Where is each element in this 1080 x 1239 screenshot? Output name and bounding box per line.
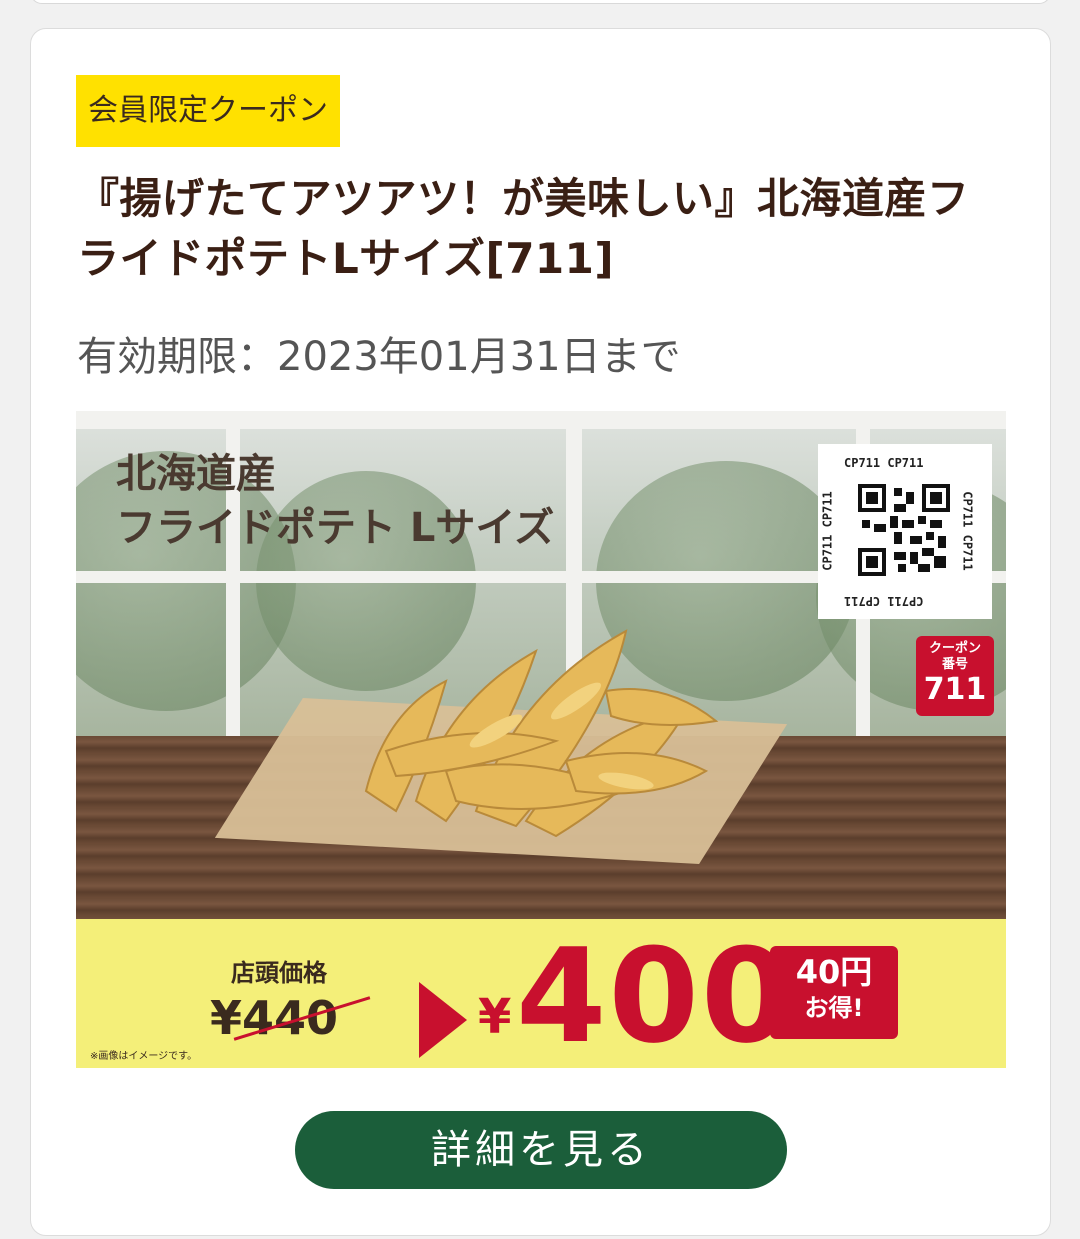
- store-price-label: 店頭価格: [231, 959, 327, 987]
- new-price: 400: [516, 920, 794, 1068]
- expiry-date: 有効期限：2023年01月31日まで: [77, 334, 681, 380]
- coupon-tag-line2: 番号: [941, 657, 968, 672]
- coupon-tag-line1: クーポン: [928, 641, 981, 656]
- banner-headline: 北海道産 フライドポテト Lサイズ: [116, 447, 554, 555]
- savings-amount: 40円: [795, 953, 873, 991]
- fries-image: [364, 629, 719, 838]
- coupon-card: 会員限定クーポン 『揚げたてアツアツ！が美味しい』北海道産フライドポテトLサイズ…: [30, 28, 1051, 1236]
- old-price: ¥440: [210, 991, 339, 1045]
- banner-headline-line1: 北海道産: [116, 451, 276, 497]
- qr-label-left: CP711 CP711: [820, 491, 835, 571]
- banner-headline-line2: フライドポテト Lサイズ: [116, 505, 555, 551]
- qr-label-right: CP711 CP711: [960, 491, 975, 571]
- coupon-tag-number: 711: [923, 672, 987, 707]
- price-band: 店頭価格 ¥440 ¥ 400 40円 お得! ※画像はイメージです。: [76, 919, 1006, 1068]
- coupon-banner-image: 北海道産 フライドポテト Lサイズ CP711 CP711 CP711 CP71…: [76, 411, 1006, 1068]
- qr-label-top: CP711 CP711: [844, 456, 924, 470]
- arrow-right-icon: [419, 982, 467, 1058]
- savings-text: お得!: [804, 994, 864, 1022]
- yen-symbol: ¥: [478, 989, 512, 1045]
- qr-code-panel[interactable]: CP711 CP711 CP711 CP711 CP711 CP711 CP71…: [818, 444, 992, 619]
- coupon-number-tag: クーポン 番号 711: [916, 636, 994, 716]
- coupon-title: 『揚げたてアツアツ！が美味しい』北海道産フライドポテトLサイズ[711]: [77, 174, 970, 283]
- savings-badge: 40円 お得!: [770, 946, 898, 1039]
- image-note: ※画像はイメージです。: [90, 1051, 198, 1062]
- qr-label-bottom: CP711 CP711: [844, 594, 924, 608]
- qr-code-icon: [858, 484, 950, 576]
- view-details-button[interactable]: 詳細を見る: [295, 1111, 787, 1189]
- member-only-badge: 会員限定クーポン: [76, 75, 340, 147]
- previous-coupon-card: [30, 0, 1051, 4]
